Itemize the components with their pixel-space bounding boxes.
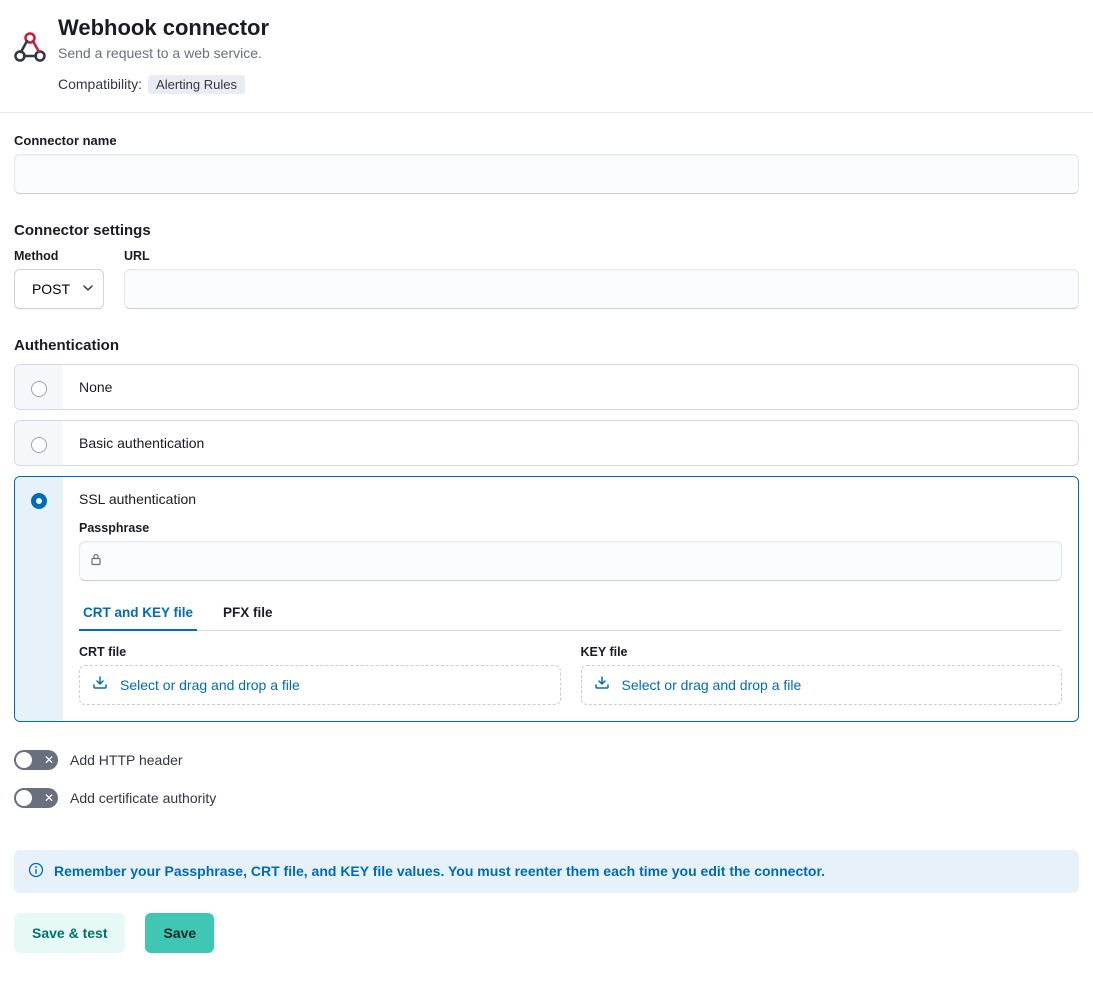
authentication-title: Authentication bbox=[14, 337, 1079, 354]
page-title: Webhook connector bbox=[58, 14, 269, 43]
compatibility-label: Compatibility: bbox=[58, 76, 142, 92]
url-label: URL bbox=[124, 249, 1079, 263]
add-http-header-toggle[interactable]: ✕ bbox=[14, 750, 58, 770]
x-icon: ✕ bbox=[44, 754, 54, 766]
passphrase-input[interactable] bbox=[79, 541, 1062, 581]
auth-option-ssl[interactable]: SSL authentication Passphrase CRT and KE… bbox=[14, 476, 1079, 722]
callout-text: Remember your Passphrase, CRT file, and … bbox=[54, 863, 825, 879]
add-http-header-label: Add HTTP header bbox=[70, 752, 183, 768]
import-icon bbox=[594, 675, 610, 694]
import-icon bbox=[92, 675, 108, 694]
auth-option-basic[interactable]: Basic authentication bbox=[14, 420, 1079, 466]
save-button[interactable]: Save bbox=[145, 913, 214, 953]
crt-file-label: CRT file bbox=[79, 645, 561, 659]
crt-file-dropzone[interactable]: Select or drag and drop a file bbox=[79, 665, 561, 705]
crt-dropzone-text: Select or drag and drop a file bbox=[120, 677, 300, 693]
key-dropzone-text: Select or drag and drop a file bbox=[622, 677, 802, 693]
webhook-icon bbox=[14, 32, 46, 64]
x-icon: ✕ bbox=[44, 792, 54, 804]
radio-icon[interactable] bbox=[31, 493, 47, 509]
info-icon bbox=[28, 862, 44, 881]
connector-name-input[interactable] bbox=[14, 154, 1079, 194]
info-callout: Remember your Passphrase, CRT file, and … bbox=[14, 850, 1079, 893]
key-file-label: KEY file bbox=[581, 645, 1063, 659]
connector-settings-title: Connector settings bbox=[14, 222, 1079, 239]
radio-icon[interactable] bbox=[31, 437, 47, 453]
auth-option-none-label: None bbox=[79, 379, 1062, 395]
page-header: Webhook connector Send a request to a we… bbox=[0, 0, 1093, 113]
auth-option-ssl-label: SSL authentication bbox=[79, 491, 1062, 507]
tab-crt-key[interactable]: CRT and KEY file bbox=[79, 597, 197, 630]
page-subtitle: Send a request to a web service. bbox=[58, 45, 269, 61]
add-cert-authority-label: Add certificate authority bbox=[70, 790, 216, 806]
compatibility-badge: Alerting Rules bbox=[148, 75, 245, 94]
url-input[interactable] bbox=[124, 269, 1079, 309]
add-cert-authority-toggle[interactable]: ✕ bbox=[14, 788, 58, 808]
method-select[interactable]: POST bbox=[14, 269, 104, 309]
tab-pfx[interactable]: PFX file bbox=[219, 597, 277, 630]
connector-name-label: Connector name bbox=[14, 133, 1079, 148]
key-file-dropzone[interactable]: Select or drag and drop a file bbox=[581, 665, 1063, 705]
auth-option-basic-label: Basic authentication bbox=[79, 435, 1062, 451]
auth-option-none[interactable]: None bbox=[14, 364, 1079, 410]
save-and-test-button[interactable]: Save & test bbox=[14, 913, 125, 953]
method-label: Method bbox=[14, 249, 104, 263]
radio-icon[interactable] bbox=[31, 381, 47, 397]
passphrase-label: Passphrase bbox=[79, 521, 1062, 535]
lock-icon bbox=[89, 552, 103, 569]
